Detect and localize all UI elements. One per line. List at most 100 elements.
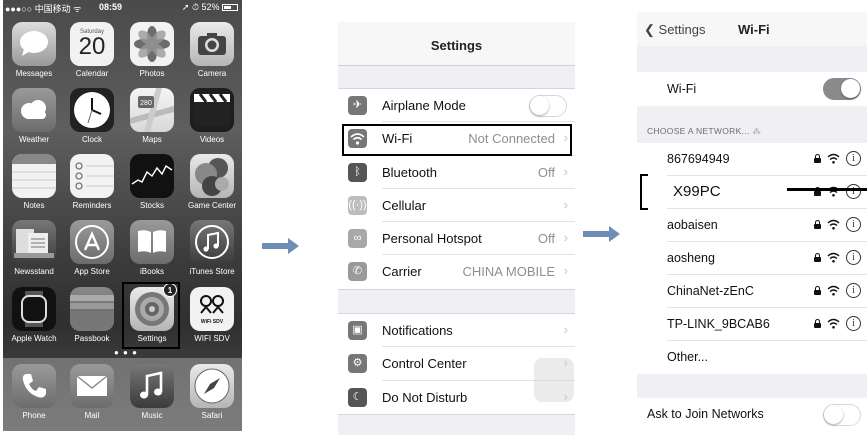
wifi-icon xyxy=(827,252,840,263)
chevron-left-icon: ❮ xyxy=(644,22,655,37)
videos-icon xyxy=(190,88,234,132)
assistive-touch-overlay[interactable] xyxy=(534,358,574,402)
network-icons: i xyxy=(814,283,861,298)
app-newsstand[interactable]: Newsstand xyxy=(5,220,63,286)
wifi-toggle[interactable] xyxy=(823,78,861,100)
app-music[interactable]: Music xyxy=(123,364,181,430)
info-icon[interactable]: i xyxy=(846,151,861,166)
x99pc-highlight-underline xyxy=(787,188,867,191)
app-notes[interactable]: Notes xyxy=(5,154,63,220)
phone-icon xyxy=(12,364,56,408)
row-value: Off xyxy=(537,164,555,180)
settings-row-cellular[interactable]: ((·)) Cellular › xyxy=(338,189,575,223)
control-center-icon: ⚙ xyxy=(348,354,367,374)
lock-icon xyxy=(814,153,821,163)
info-icon[interactable]: i xyxy=(846,283,861,298)
section-header-text: CHOOSE A NETWORK... xyxy=(647,126,750,136)
other-network-label: Other... xyxy=(667,350,708,364)
wifi-highlight-box xyxy=(342,124,572,156)
network-row[interactable]: 867694949 i xyxy=(637,143,867,176)
row-value: CHINA MOBILE xyxy=(462,264,555,280)
info-icon[interactable]: i xyxy=(846,250,861,265)
network-row[interactable]: TP-LINK_9BCAB6 i xyxy=(637,308,867,341)
app-clock[interactable]: Clock xyxy=(63,88,121,154)
settings-row-carrier[interactable]: ✆ Carrier CHINA MOBILE › xyxy=(338,255,575,288)
settings-row-airplane-mode[interactable]: ✈ Airplane Mode xyxy=(338,89,575,123)
app-apple-watch[interactable]: Apple Watch xyxy=(5,287,63,353)
page-title: Wi-Fi xyxy=(738,22,770,37)
app-camera[interactable]: Camera xyxy=(183,22,241,88)
app-label: iTunes Store xyxy=(189,267,235,276)
app-weather[interactable]: Weather xyxy=(5,88,63,154)
settings-row-bluetooth[interactable]: ᛒ Bluetooth Off › xyxy=(338,156,575,189)
hotspot-icon: ∞ xyxy=(348,229,367,249)
network-row[interactable]: aosheng i xyxy=(637,242,867,275)
wifi-screen: ❮ Settings Wi-Fi Wi-Fi CHOOSE A NETWORK.… xyxy=(637,12,867,435)
app-itunes-store[interactable]: iTunes Store xyxy=(183,220,241,286)
info-icon[interactable]: i xyxy=(846,184,861,199)
app-messages[interactable]: Messages xyxy=(5,22,63,88)
app-game-center[interactable]: Game Center xyxy=(183,154,241,220)
network-icons: i xyxy=(814,217,861,232)
app-passbook[interactable]: Passbook xyxy=(63,287,121,353)
row-label: Notifications xyxy=(382,323,453,338)
network-icons: i xyxy=(814,316,861,331)
network-row-other[interactable]: Other... xyxy=(637,341,867,374)
lock-icon xyxy=(814,318,821,328)
clock-icon xyxy=(70,88,114,132)
network-row[interactable]: ChinaNet-zEnC i xyxy=(637,275,867,308)
stocks-icon xyxy=(130,154,174,198)
moon-icon: ☾ xyxy=(348,387,367,407)
arrow-right-icon xyxy=(262,238,299,254)
app-photos[interactable]: Photos xyxy=(123,22,181,88)
network-icons: i xyxy=(814,184,861,199)
app-phone[interactable]: Phone xyxy=(5,364,63,430)
ibooks-icon xyxy=(130,220,174,264)
airplane-mode-toggle[interactable] xyxy=(529,95,567,117)
app-label: Videos xyxy=(199,135,225,144)
app-calendar[interactable]: Saturday 20 Calendar xyxy=(63,22,121,88)
settings-screen: Settings ✈ Airplane Mode Wi-Fi Not Conne… xyxy=(338,22,575,435)
info-icon[interactable]: i xyxy=(846,316,861,331)
wifi-nav-bar: ❮ Settings Wi-Fi xyxy=(637,12,867,46)
row-label: Wi-Fi xyxy=(667,82,697,96)
wifi-toggle-row: Wi-Fi xyxy=(637,72,867,106)
settings-row-notifications[interactable]: ▣ Notifications › xyxy=(338,314,575,348)
settings-highlight-box xyxy=(122,282,180,349)
phone-icon: ✆ xyxy=(348,262,367,282)
network-row[interactable]: aobaisen i xyxy=(637,209,867,242)
status-time: 08:59 xyxy=(99,2,123,12)
ask-to-join-toggle[interactable] xyxy=(823,404,861,426)
row-value: Off xyxy=(537,231,555,247)
chevron-right-icon: › xyxy=(563,196,568,212)
settings-row-personal-hotspot[interactable]: ∞ Personal Hotspot Off › xyxy=(338,222,575,256)
app-mail[interactable]: Mail xyxy=(63,364,121,430)
calendar-day-number: 20 xyxy=(78,33,106,60)
back-button[interactable]: ❮ Settings xyxy=(644,22,706,38)
lock-icon xyxy=(814,285,821,295)
notifications-icon: ▣ xyxy=(348,321,367,340)
lock-icon xyxy=(814,219,821,229)
row-label: Carrier xyxy=(382,264,422,280)
network-name: 867694949 xyxy=(667,152,730,166)
app-ibooks[interactable]: iBooks xyxy=(123,220,181,286)
itunes-store-icon xyxy=(190,220,234,264)
wifi-icon xyxy=(827,318,840,329)
settings-group-connectivity: ✈ Airplane Mode Wi-Fi Not Connected › ᛒ … xyxy=(338,88,575,290)
app-wifi-sdv[interactable]: WiFi SDV WIFI SDV xyxy=(183,287,241,353)
info-icon[interactable]: i xyxy=(846,217,861,232)
app-videos[interactable]: Videos xyxy=(183,88,241,154)
app-app-store[interactable]: App Store xyxy=(63,220,121,286)
app-maps[interactable]: 280 Maps xyxy=(123,88,181,154)
app-reminders[interactable]: Reminders xyxy=(63,154,121,220)
network-row[interactable]: X99PC i xyxy=(637,176,867,209)
app-stocks[interactable]: Stocks xyxy=(123,154,181,220)
row-label: Cellular xyxy=(382,197,427,213)
app-safari[interactable]: Safari xyxy=(183,364,241,430)
carrier-signal: ●●●○○ 中国移动 ᯤ xyxy=(5,4,82,14)
home-screen: ●●●○○ 中国移动 ᯤ 08:59 ➚ ⏱ 52% Messages Satu… xyxy=(3,0,242,431)
maps-icon: 280 xyxy=(130,88,174,132)
spinner-icon: ⁂ xyxy=(752,126,762,136)
music-icon xyxy=(130,364,174,408)
game-center-icon xyxy=(190,154,234,198)
